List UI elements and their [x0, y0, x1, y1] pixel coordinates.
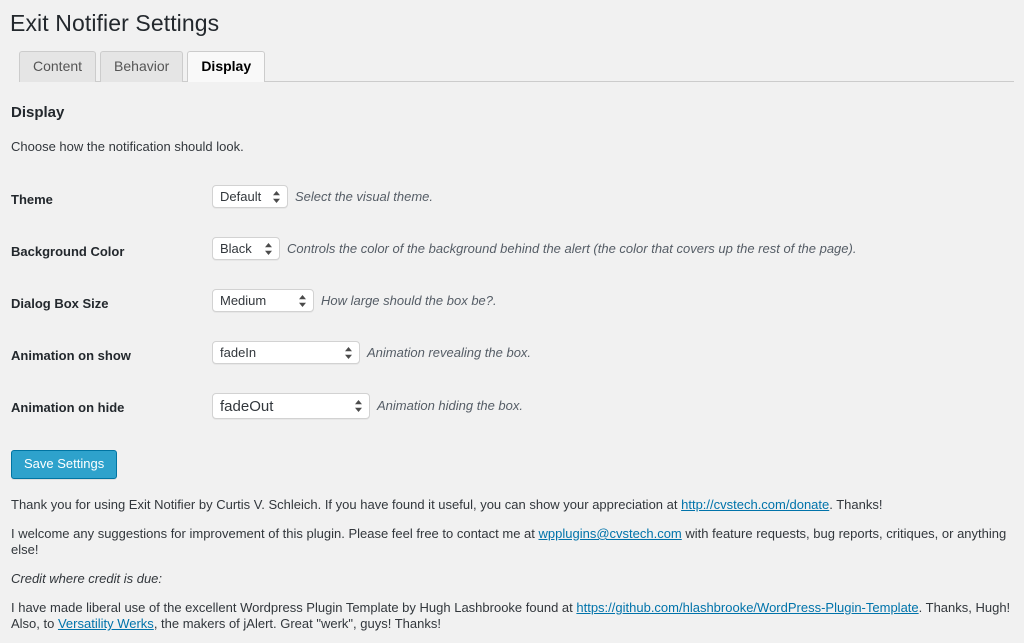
footer-credit-heading: Credit where credit is due: [11, 571, 163, 586]
footer-thanks-text-after: . Thanks! [829, 497, 883, 512]
label-animation-on-hide: Animation on hide [11, 400, 125, 415]
tab-behavior[interactable]: Behavior [100, 51, 184, 82]
field-row-animation-on-show: Animation on show fadeIn Animation revea… [10, 330, 1014, 382]
field-row-dialog-box-size: Dialog Box Size Medium How large should … [10, 278, 1014, 330]
chevron-updown-icon [355, 400, 362, 412]
footer-template-credit-line: I have made liberal use of the excellent… [11, 600, 1014, 632]
select-animation-on-show[interactable]: fadeIn [212, 341, 360, 364]
settings-form-table: Theme Default Select the visual theme. B… [10, 174, 1014, 434]
tab-display[interactable]: Display [187, 51, 266, 82]
label-background-color: Background Color [11, 244, 125, 259]
email-link[interactable]: wpplugins@cvstech.com [539, 526, 682, 541]
description-animation-on-show: Animation revealing the box. [367, 344, 532, 360]
field-row-theme: Theme Default Select the visual theme. [10, 174, 1014, 226]
chevron-updown-icon [345, 346, 352, 359]
page-title: Exit Notifier Settings [10, 10, 220, 36]
select-background-color[interactable]: Black [212, 237, 280, 260]
tab-content[interactable]: Content [19, 51, 97, 82]
select-dialog-box-size[interactable]: Medium [212, 289, 314, 312]
description-background-color: Controls the color of the background beh… [287, 240, 857, 256]
section-description: Choose how the notification should look. [11, 139, 244, 154]
github-template-link[interactable]: https://github.com/hlashbrooke/WordPress… [576, 600, 918, 615]
settings-page: Exit Notifier Settings Content Behavior … [0, 0, 1024, 632]
select-animation-on-hide[interactable]: fadeOut [212, 393, 370, 419]
chevron-updown-icon [299, 294, 306, 307]
label-theme: Theme [11, 192, 53, 207]
label-animation-on-show: Animation on show [11, 348, 131, 363]
versatility-werks-link[interactable]: Versatility Werks [58, 616, 154, 631]
footer-template-text-after: . Thanks, Hugh! [918, 600, 1011, 615]
footer-thanks-line: Thank you for using Exit Notifier by Cur… [11, 497, 1014, 513]
select-dialog-box-size-value: Medium [220, 293, 267, 308]
footer-credits: Thank you for using Exit Notifier by Cur… [10, 479, 1014, 632]
select-animation-on-show-value: fadeIn [220, 345, 257, 360]
footer-jalert-text-after: , the makers of jAlert. Great "werk", gu… [153, 616, 441, 631]
footer-jalert-text-before: Also, to [11, 616, 58, 631]
select-theme-value: Default [220, 189, 262, 204]
footer-contact-line: I welcome any suggestions for improvemen… [11, 526, 1014, 558]
footer-contact-text-before: I welcome any suggestions for improvemen… [11, 526, 539, 541]
select-theme[interactable]: Default [212, 185, 288, 208]
tab-bar: Content Behavior Display [10, 51, 1014, 82]
donate-link[interactable]: http://cvstech.com/donate [681, 497, 829, 512]
section-heading: Display [11, 104, 65, 121]
description-dialog-box-size: How large should the box be?. [321, 292, 497, 308]
select-animation-on-hide-value: fadeOut [220, 397, 274, 415]
footer-template-text-before: I have made liberal use of the excellent… [11, 600, 577, 615]
chevron-updown-icon [265, 242, 272, 255]
field-row-animation-on-hide: Animation on hide fadeOut Animation hidi… [10, 382, 1014, 434]
footer-thanks-text-before: Thank you for using Exit Notifier by Cur… [11, 497, 682, 512]
select-background-color-value: Black [220, 241, 252, 256]
label-dialog-box-size: Dialog Box Size [11, 296, 109, 311]
field-row-background-color: Background Color Black Controls the colo… [10, 226, 1014, 278]
submit-area: Save Settings [10, 434, 1014, 479]
description-animation-on-hide: Animation hiding the box. [377, 398, 523, 413]
chevron-updown-icon [273, 190, 280, 203]
description-theme: Select the visual theme. [295, 188, 434, 204]
tab-list: Content Behavior Display [10, 51, 1014, 82]
save-settings-button[interactable]: Save Settings [11, 450, 118, 479]
